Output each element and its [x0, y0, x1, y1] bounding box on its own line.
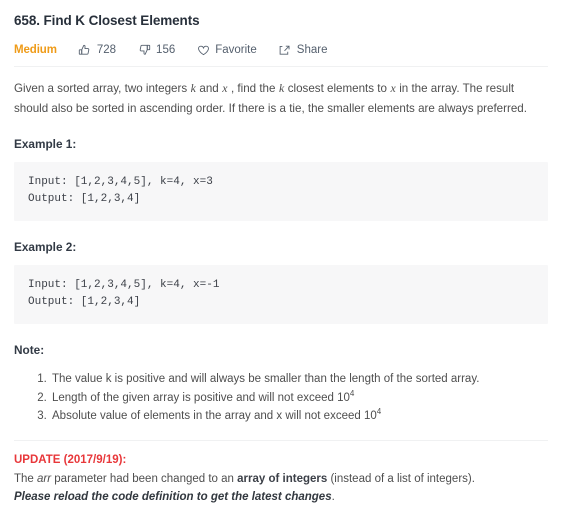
difficulty-badge: Medium [14, 44, 57, 56]
update-final-line: Please reload the code definition to get… [14, 491, 332, 503]
update-body: The arr parameter had been changed to an… [14, 470, 548, 489]
note-item-text: The value k is positive and will always … [52, 373, 480, 385]
update-heading: UPDATE (2017/9/19): [14, 453, 127, 466]
problem-content: Given a sorted array, two integers k and x,… [14, 61, 548, 507]
list-item: The value k is positive and will always … [50, 370, 548, 389]
share-icon [278, 43, 292, 57]
math-var-k-1: k [190, 81, 196, 95]
example-2-heading: Example 2: [14, 240, 77, 254]
thumbs-up-icon [78, 43, 92, 57]
list-item: Length of the given array is positive an… [50, 389, 548, 408]
note-item-superscript: 4 [376, 407, 382, 417]
favorite-label: Favorite [215, 44, 257, 56]
example-2-code: Input: [1,2,3,4,5], k=4, x=-1 Output: [1… [14, 265, 548, 324]
update-final-wrapper: Please reload the code definition to get… [14, 488, 548, 507]
description-part-1: Given a sorted array, two integers [14, 82, 188, 95]
example-1-heading: Example 1: [14, 137, 77, 151]
update-suffix: (instead of a list of integers). [327, 472, 475, 485]
list-item: Absolute value of elements in the array … [50, 407, 548, 426]
downvote-count: 156 [156, 44, 176, 56]
note-item-text: Absolute value of elements in the array … [52, 410, 377, 422]
problem-description: Given a sorted array, two integers k and x,… [14, 79, 548, 118]
math-var-x-2: x [390, 81, 396, 95]
problem-description-panel: 658. Find K Closest Elements Medium 728 … [0, 0, 562, 515]
update-emphasis: array of integers [237, 472, 328, 485]
upvote-button[interactable]: 728 [78, 43, 116, 57]
update-final-period: . [331, 491, 335, 503]
problem-meta-row: Medium 728 156 Favorite Share [14, 39, 548, 61]
share-label: Share [296, 44, 328, 56]
upvote-count: 728 [96, 44, 117, 56]
downvote-button[interactable]: 156 [137, 43, 175, 57]
description-part-3: , find the [230, 82, 276, 95]
example-1-code: Input: [1,2,3,4,5], k=4, x=3 Output: [1,… [14, 162, 548, 221]
math-var-k-2: k [278, 81, 285, 95]
favorite-button[interactable]: Favorite [196, 43, 257, 57]
note-list: The value k is positive and will always … [14, 370, 548, 426]
update-divider [14, 439, 548, 441]
share-button[interactable]: Share [278, 43, 328, 57]
header-divider [14, 66, 548, 67]
update-param-name: arr [37, 472, 52, 485]
update-section: UPDATE (2017/9/19): The arr parameter ha… [14, 452, 548, 507]
description-part-2: and [199, 82, 219, 95]
note-heading: Note: [14, 343, 45, 357]
update-mid: parameter had been changed to an [51, 472, 238, 485]
description-part-4: closest elements to [287, 82, 387, 95]
thumbs-down-icon [137, 43, 151, 57]
note-item-superscript: 4 [349, 388, 355, 398]
heart-icon [196, 43, 210, 57]
math-var-x-1: x [222, 81, 228, 95]
note-item-text: Length of the given array is positive an… [52, 391, 350, 404]
page-title: 658. Find K Closest Elements [14, 13, 200, 28]
update-prefix: The [14, 472, 38, 485]
